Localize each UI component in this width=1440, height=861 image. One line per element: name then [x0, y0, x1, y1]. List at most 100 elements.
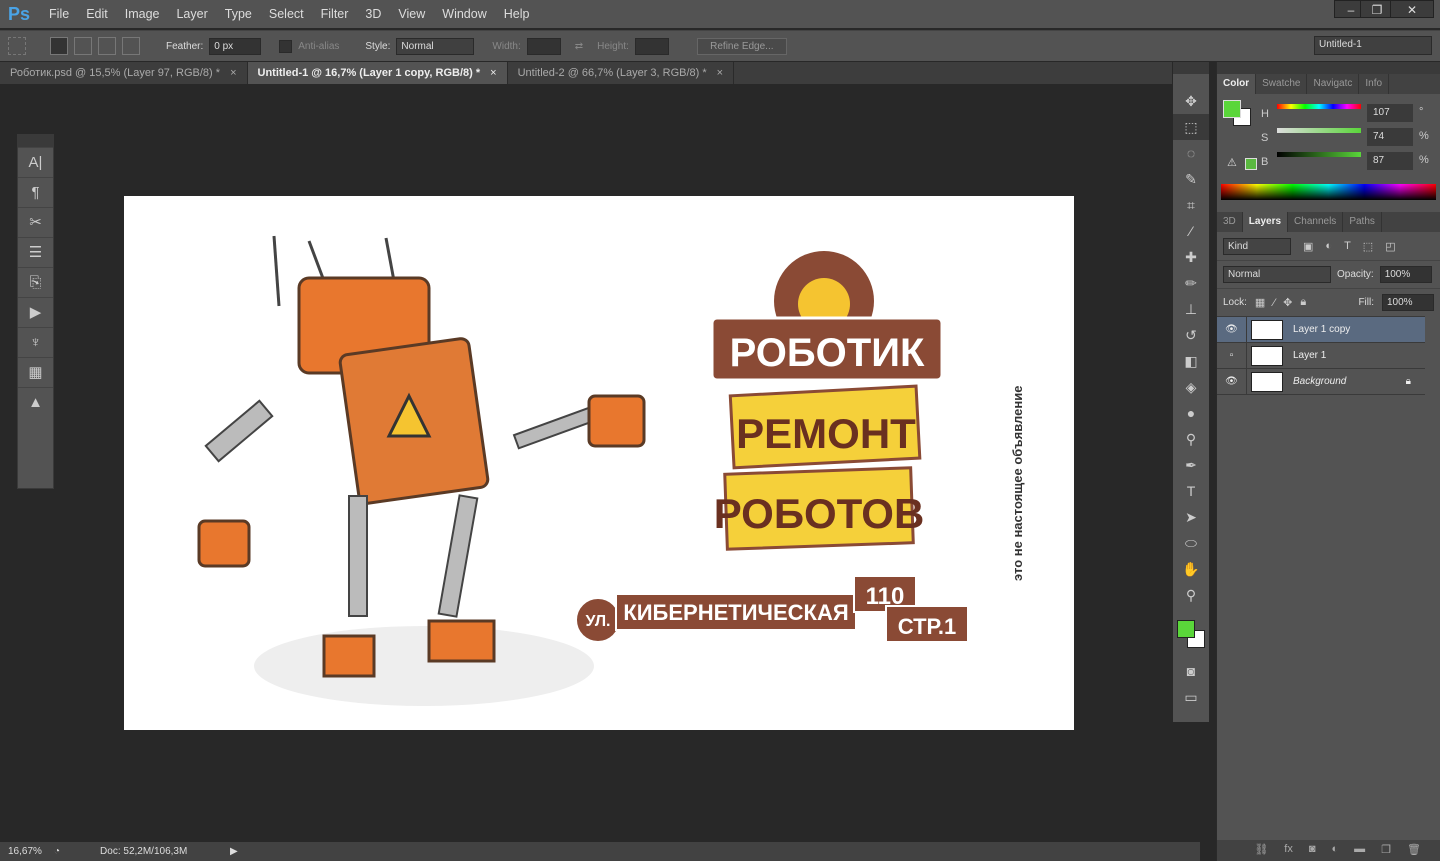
marquee-tool-preset-icon[interactable]: [8, 37, 26, 55]
tab-untitled-2[interactable]: Untitled-2 @ 66,7% (Layer 3, RGB/8) * ×: [508, 62, 735, 84]
status-menu-arrow[interactable]: ▶: [230, 846, 238, 857]
status-icon[interactable]: ◔: [54, 846, 60, 857]
hand-tool-icon[interactable]: ✋: [1173, 556, 1209, 582]
visibility-toggle[interactable]: ▫: [1217, 343, 1247, 368]
blend-mode-select[interactable]: Normal: [1223, 266, 1331, 283]
tab-untitled-1[interactable]: Untitled-1 @ 16,7% (Layer 1 copy, RGB/8)…: [247, 62, 508, 84]
character-icon[interactable]: A|: [18, 147, 53, 177]
brightness-slider[interactable]: [1277, 152, 1361, 157]
tab-color[interactable]: Color: [1217, 74, 1257, 94]
feather-input[interactable]: 0 px: [209, 37, 262, 55]
close-tab-icon[interactable]: ×: [490, 67, 496, 79]
brush-tool-icon[interactable]: ✏: [1173, 270, 1209, 296]
marquee-tool-icon[interactable]: ⬚: [1173, 114, 1209, 140]
filter-type-icon[interactable]: T: [1344, 240, 1351, 252]
fx-icon[interactable]: fx: [1284, 843, 1293, 858]
tab-layers[interactable]: Layers: [1242, 212, 1289, 232]
restore-button[interactable]: ❐: [1360, 0, 1394, 18]
lock-brush-icon[interactable]: ⁄: [1273, 297, 1275, 309]
gamut-swatch[interactable]: [1245, 158, 1257, 170]
adjustment-layer-icon[interactable]: ◐: [1332, 843, 1339, 858]
actions-play-icon[interactable]: ▶: [18, 297, 53, 327]
opacity-input[interactable]: 100%: [1379, 266, 1432, 283]
filter-kind-select[interactable]: Kind: [1223, 237, 1291, 255]
clone-source-icon[interactable]: ▦: [18, 357, 53, 387]
filter-shape-icon[interactable]: ⬚: [1363, 240, 1373, 253]
document-canvas[interactable]: РОБОТИК РЕМОНТ РОБОТОВ УЛ. КИБЕРНЕТИЧЕСК…: [124, 196, 1074, 730]
filter-pixel-icon[interactable]: ▣: [1303, 240, 1313, 253]
menu-edit[interactable]: Edit: [79, 7, 118, 21]
tab-robotik[interactable]: Роботик.psd @ 15,5% (Layer 97, RGB/8) * ×: [0, 62, 248, 84]
gamut-warning-icon[interactable]: ⚠: [1227, 156, 1237, 169]
move-tool-icon[interactable]: ✥: [1173, 88, 1209, 114]
color-spectrum-bar[interactable]: [1221, 184, 1436, 200]
zoom-level[interactable]: 16,67%: [0, 846, 50, 857]
subtract-selection-icon[interactable]: [98, 37, 116, 55]
healing-brush-icon[interactable]: ✚: [1173, 244, 1209, 270]
lock-move-icon[interactable]: ✥: [1283, 296, 1292, 309]
height-input[interactable]: [634, 37, 669, 55]
menu-file[interactable]: File: [42, 7, 79, 21]
new-layer-icon[interactable]: ❐: [1381, 843, 1391, 858]
tool-presets-icon[interactable]: ✂: [18, 207, 53, 237]
tab-navigator[interactable]: Navigatc: [1307, 74, 1360, 94]
antialias-checkbox[interactable]: [279, 39, 293, 53]
visibility-eye-icon[interactable]: 👁︎: [1217, 369, 1247, 394]
crop-tool-icon[interactable]: ⌗: [1173, 192, 1209, 218]
histogram-icon[interactable]: ▲: [18, 387, 53, 417]
type-tool-icon[interactable]: T: [1173, 478, 1209, 504]
brush-presets-icon[interactable]: ♆: [18, 327, 53, 357]
visibility-eye-icon[interactable]: 👁︎: [1217, 317, 1247, 342]
new-group-icon[interactable]: ▬: [1354, 843, 1365, 858]
tab-3d[interactable]: 3D: [1217, 212, 1243, 232]
tab-channels[interactable]: Channels: [1288, 212, 1344, 232]
quick-mask-icon[interactable]: ◙: [1173, 658, 1209, 684]
style-select[interactable]: Normal: [396, 37, 475, 55]
paint-bucket-icon[interactable]: ◈: [1173, 374, 1209, 400]
swap-icon[interactable]: ⇄: [575, 41, 583, 52]
tab-info[interactable]: Info: [1359, 74, 1390, 94]
menu-select[interactable]: Select: [262, 7, 314, 21]
menu-help[interactable]: Help: [497, 7, 540, 21]
close-tab-icon[interactable]: ×: [717, 67, 723, 79]
ellipse-tool-icon[interactable]: ⬭: [1173, 530, 1209, 556]
workspace-select[interactable]: Untitled-1: [1314, 36, 1432, 55]
history-brush-icon[interactable]: ↺: [1173, 322, 1209, 348]
new-selection-icon[interactable]: [50, 37, 68, 55]
width-input[interactable]: [526, 37, 561, 55]
screen-mode-icon[interactable]: ▭: [1173, 684, 1209, 710]
hue-input[interactable]: 107: [1367, 104, 1413, 122]
layer-row[interactable]: ▫ Layer 1: [1217, 343, 1425, 369]
adjustments-icon[interactable]: ☰: [18, 237, 53, 267]
intersect-selection-icon[interactable]: [122, 37, 140, 55]
menu-filter[interactable]: Filter: [314, 7, 359, 21]
paragraph-icon[interactable]: ¶: [18, 177, 53, 207]
hue-slider[interactable]: [1277, 104, 1361, 109]
brightness-input[interactable]: 87: [1367, 152, 1413, 170]
menu-image[interactable]: Image: [118, 7, 170, 21]
quick-select-tool-icon[interactable]: ✎: [1173, 166, 1209, 192]
close-tab-icon[interactable]: ×: [230, 67, 236, 79]
saturation-input[interactable]: 74: [1367, 128, 1413, 146]
dodge-tool-icon[interactable]: ⚲: [1173, 426, 1209, 452]
filter-smart-object-icon[interactable]: ◰: [1385, 240, 1395, 253]
layer-row[interactable]: 👁︎ Layer 1 copy: [1217, 317, 1425, 343]
add-mask-icon[interactable]: ◙: [1309, 843, 1316, 858]
tab-swatches[interactable]: Swatche: [1256, 74, 1308, 94]
eraser-tool-icon[interactable]: ◧: [1173, 348, 1209, 374]
menu-layer[interactable]: Layer: [169, 7, 217, 21]
lock-all-icon[interactable]: 🔒︎: [1300, 296, 1306, 309]
menu-window[interactable]: Window: [435, 7, 496, 21]
close-button[interactable]: ✕: [1390, 0, 1434, 18]
delete-layer-icon[interactable]: 🗑︎: [1407, 843, 1421, 858]
filter-adjustment-icon[interactable]: ◐: [1325, 240, 1332, 252]
lasso-tool-icon[interactable]: ◌: [1173, 140, 1209, 166]
menu-3d[interactable]: 3D: [358, 7, 391, 21]
lock-transparent-icon[interactable]: ▦: [1255, 296, 1265, 309]
refine-edge-button[interactable]: Refine Edge...: [696, 37, 787, 55]
menu-view[interactable]: View: [391, 7, 435, 21]
history-icon[interactable]: ⎘: [18, 267, 53, 297]
clone-stamp-icon[interactable]: ⊥: [1173, 296, 1209, 322]
menu-type[interactable]: Type: [218, 7, 262, 21]
eyedropper-tool-icon[interactable]: ⁄: [1173, 218, 1209, 244]
